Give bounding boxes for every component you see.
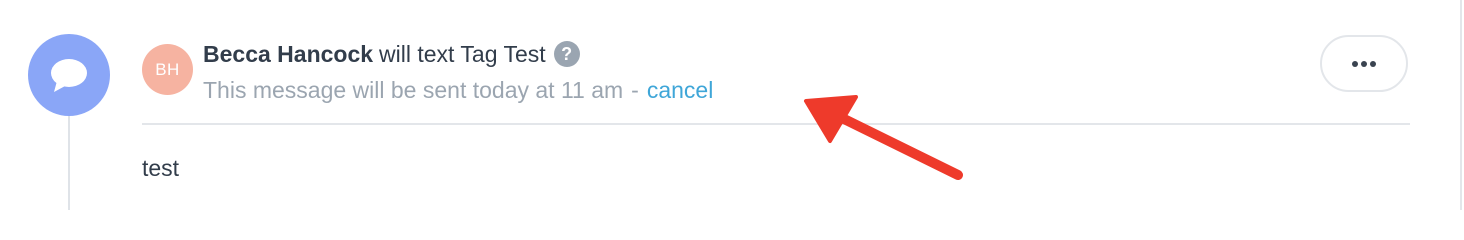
scheduled-status-text: This message will be sent today at 11 am bbox=[203, 76, 624, 103]
question-circle-icon[interactable]: ? bbox=[553, 41, 580, 67]
avatar-initials: BH bbox=[155, 59, 180, 79]
panel-right-border bbox=[1460, 0, 1462, 210]
author-name: Becca Hancock bbox=[203, 40, 374, 67]
event-title: Becca Hancock will text Tag Test ? bbox=[203, 38, 580, 70]
more-options-button[interactable] bbox=[1320, 35, 1408, 92]
message-body: test bbox=[142, 155, 180, 181]
chat-bubble-icon bbox=[51, 59, 87, 92]
ellipsis-icon bbox=[1352, 60, 1376, 67]
event-divider bbox=[142, 123, 1410, 125]
cancel-link[interactable]: cancel bbox=[647, 77, 713, 104]
timeline-event-icon bbox=[28, 34, 110, 116]
event-status: This message will be sent today at 11 am… bbox=[203, 74, 713, 106]
avatar: BH bbox=[142, 44, 193, 95]
help-icon-glyph: ? bbox=[561, 43, 573, 64]
status-separator: - bbox=[631, 76, 639, 103]
event-action: will text Tag Test bbox=[379, 40, 546, 67]
